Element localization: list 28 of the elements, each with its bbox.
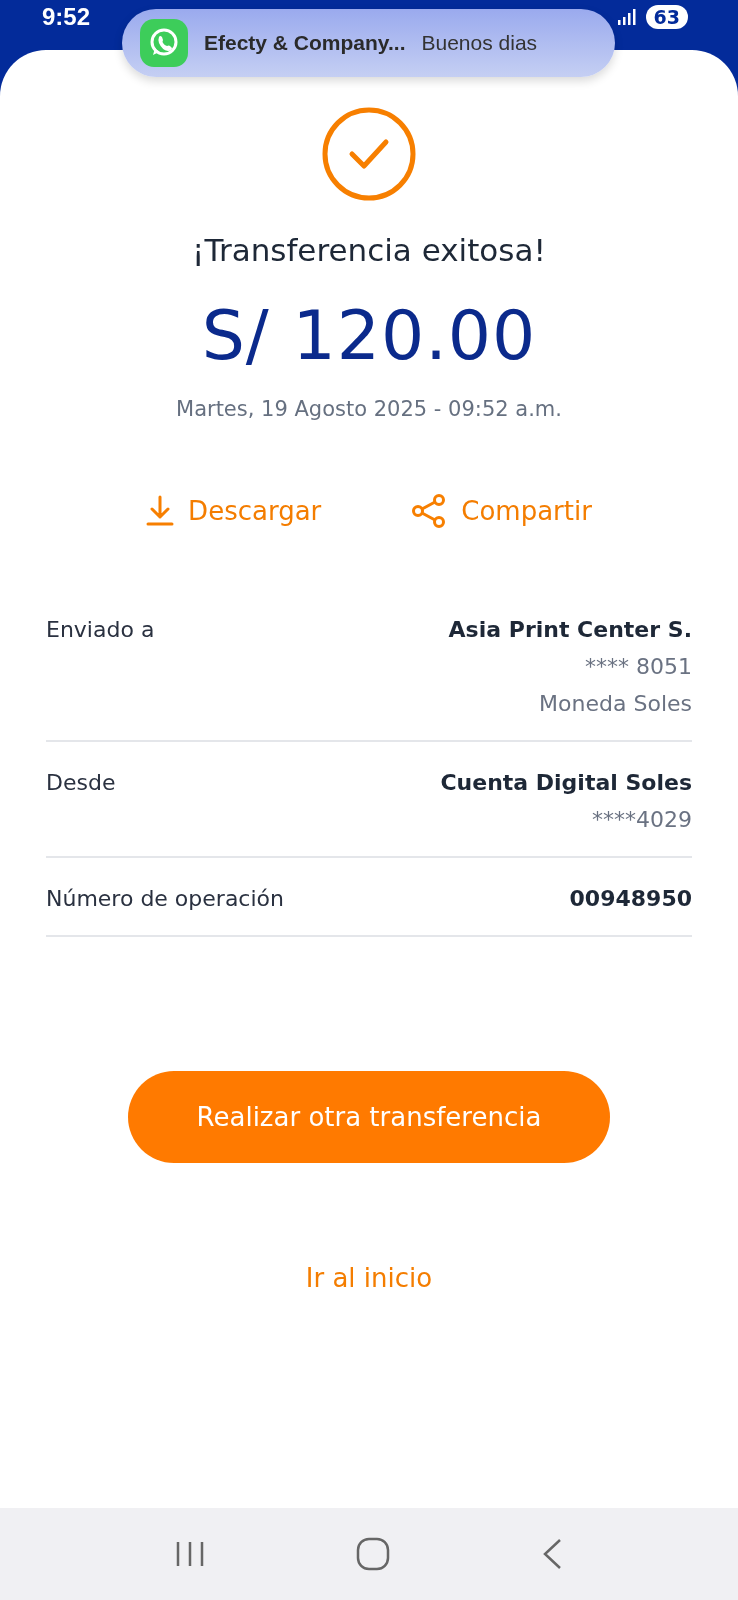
download-icon (146, 495, 175, 527)
status-time: 9:52 (42, 3, 91, 31)
notification-title: Efecty & Company... (204, 31, 406, 55)
notification-message: Buenos dias (421, 31, 538, 55)
download-button[interactable]: Descargar (146, 493, 322, 529)
success-title: ¡Transferencia exitosa! (192, 232, 546, 268)
detail-label: Número de operación (46, 886, 284, 911)
detail-label: Desde (46, 770, 116, 797)
transfer-date: Martes, 19 Agosto 2025 - 09:52 a.m. (176, 397, 562, 421)
recent-apps-icon[interactable] (175, 1540, 206, 1568)
signal-icon (617, 9, 636, 25)
battery-level: 63 (645, 5, 688, 29)
detail-value: ****4029 (592, 807, 692, 832)
detail-value: Cuenta Digital Soles (440, 770, 692, 795)
detail-value: 00948950 (569, 886, 692, 911)
new-transfer-button[interactable]: Realizar otra transferencia (128, 1071, 610, 1163)
detail-label: Enviado a (46, 617, 155, 644)
home-icon[interactable] (356, 1537, 390, 1571)
detail-value: Asia Print Center S. (448, 617, 692, 642)
home-link[interactable]: Ir al inicio (305, 1259, 433, 1297)
notification-banner[interactable]: Efecty & Company... Buenos dias (122, 9, 615, 77)
check-circle-icon (321, 106, 417, 202)
share-icon (411, 493, 448, 529)
chat-app-icon (140, 19, 188, 67)
share-button[interactable]: Compartir (411, 493, 592, 529)
detail-value: **** 8051 (585, 654, 692, 679)
amount: S/ 120.00 (201, 296, 537, 375)
detail-value: Moneda Soles (539, 691, 692, 716)
